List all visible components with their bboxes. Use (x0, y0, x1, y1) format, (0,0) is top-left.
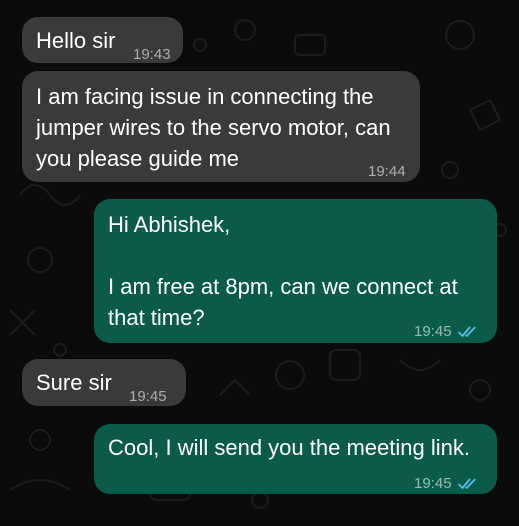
message-bubble-outgoing[interactable]: Hi Abhishek, I am free at 8pm, can we co… (94, 199, 497, 343)
message-bubble-incoming[interactable]: I am facing issue in connecting the jump… (22, 71, 420, 182)
double-check-icon (457, 326, 478, 338)
message-bubble-outgoing[interactable]: Cool, I will send you the meeting link. … (94, 424, 497, 494)
timestamp: 19:45 (129, 388, 167, 405)
message-time: 19:45 (414, 468, 478, 499)
timestamp: 19:45 (414, 323, 452, 340)
timestamp: 19:44 (368, 163, 406, 180)
message-text: Hello sir (36, 28, 116, 53)
message-time: 19:45 (129, 381, 167, 412)
chat-view: Hello sir 19:43 I am facing issue in con… (0, 0, 519, 526)
message-text: Hi Abhishek, I am free at 8pm, can we co… (108, 212, 458, 330)
message-text: I am facing issue in connecting the jump… (36, 84, 391, 171)
timestamp: 19:43 (133, 46, 171, 63)
message-time: 19:45 (414, 316, 478, 347)
message-text: Cool, I will send you the meeting link. (108, 435, 470, 460)
message-bubble-incoming[interactable]: Hello sir 19:43 (22, 17, 183, 63)
message-text: Sure sir (36, 370, 112, 395)
message-bubble-incoming[interactable]: Sure sir 19:45 (22, 359, 186, 406)
message-time: 19:43 (133, 39, 171, 70)
double-check-icon (457, 478, 478, 490)
message-time: 19:44 (368, 156, 406, 187)
timestamp: 19:45 (414, 475, 452, 492)
